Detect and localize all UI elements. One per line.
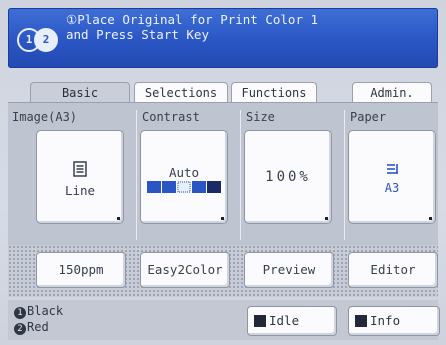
tab-basic[interactable]: Basic bbox=[30, 82, 130, 103]
button-corner-mark bbox=[429, 217, 432, 220]
paper-size-value: A3 bbox=[384, 181, 400, 195]
tab-selections[interactable]: Selections bbox=[134, 82, 228, 103]
image-section-label: Image(A3) bbox=[12, 110, 78, 124]
tab-admin[interactable]: Admin. bbox=[352, 82, 432, 103]
easy2color-button[interactable]: Easy2Color bbox=[140, 252, 230, 288]
document-icon bbox=[73, 161, 87, 177]
size-section-label: Size bbox=[246, 110, 275, 124]
size-value: 100% bbox=[265, 169, 311, 185]
print-color-2-indicator: 2 bbox=[34, 28, 58, 52]
info-label: Info bbox=[370, 313, 401, 328]
ink-color-2: 2 Red bbox=[14, 320, 49, 335]
ink-2-number: 2 bbox=[14, 323, 26, 335]
info-icon bbox=[355, 315, 367, 327]
info-button[interactable]: Info bbox=[348, 306, 440, 336]
section-divider bbox=[136, 110, 137, 240]
control-panel-screen: 1 2 ①Place Original for Print Color 1 an… bbox=[0, 0, 446, 345]
paper-section-label: Paper bbox=[350, 110, 387, 124]
button-corner-mark bbox=[117, 217, 120, 220]
contrast-value: Auto bbox=[168, 165, 200, 180]
contrast-section-label: Contrast bbox=[142, 110, 200, 124]
ink-1-label: Black bbox=[27, 304, 64, 318]
section-divider bbox=[240, 110, 241, 240]
preview-button[interactable]: Preview bbox=[244, 252, 334, 288]
button-corner-mark bbox=[221, 217, 224, 220]
paper-stack-icon bbox=[387, 164, 398, 174]
ink-1-number: 1 bbox=[14, 307, 26, 319]
image-mode-button[interactable]: Line bbox=[36, 130, 124, 224]
section-divider bbox=[344, 110, 345, 240]
contrast-button[interactable]: Auto bbox=[140, 130, 228, 224]
tab-functions[interactable]: Functions bbox=[231, 82, 317, 103]
print-speed-button[interactable]: 150ppm bbox=[36, 252, 126, 288]
idle-button[interactable]: Idle bbox=[247, 306, 337, 336]
editor-button[interactable]: Editor bbox=[348, 252, 438, 288]
ink-color-1: 1 Black bbox=[14, 304, 63, 319]
image-mode-value: Line bbox=[64, 183, 96, 198]
button-corner-mark bbox=[325, 217, 328, 220]
status-message: ①Place Original for Print Color 1 and Pr… bbox=[66, 12, 319, 42]
paper-button[interactable]: A3 bbox=[348, 130, 436, 224]
size-button[interactable]: 100% bbox=[244, 130, 332, 224]
ink-2-label: Red bbox=[27, 320, 49, 334]
idle-icon bbox=[254, 315, 266, 327]
idle-label: Idle bbox=[269, 313, 300, 328]
contrast-level-bar bbox=[147, 181, 221, 193]
